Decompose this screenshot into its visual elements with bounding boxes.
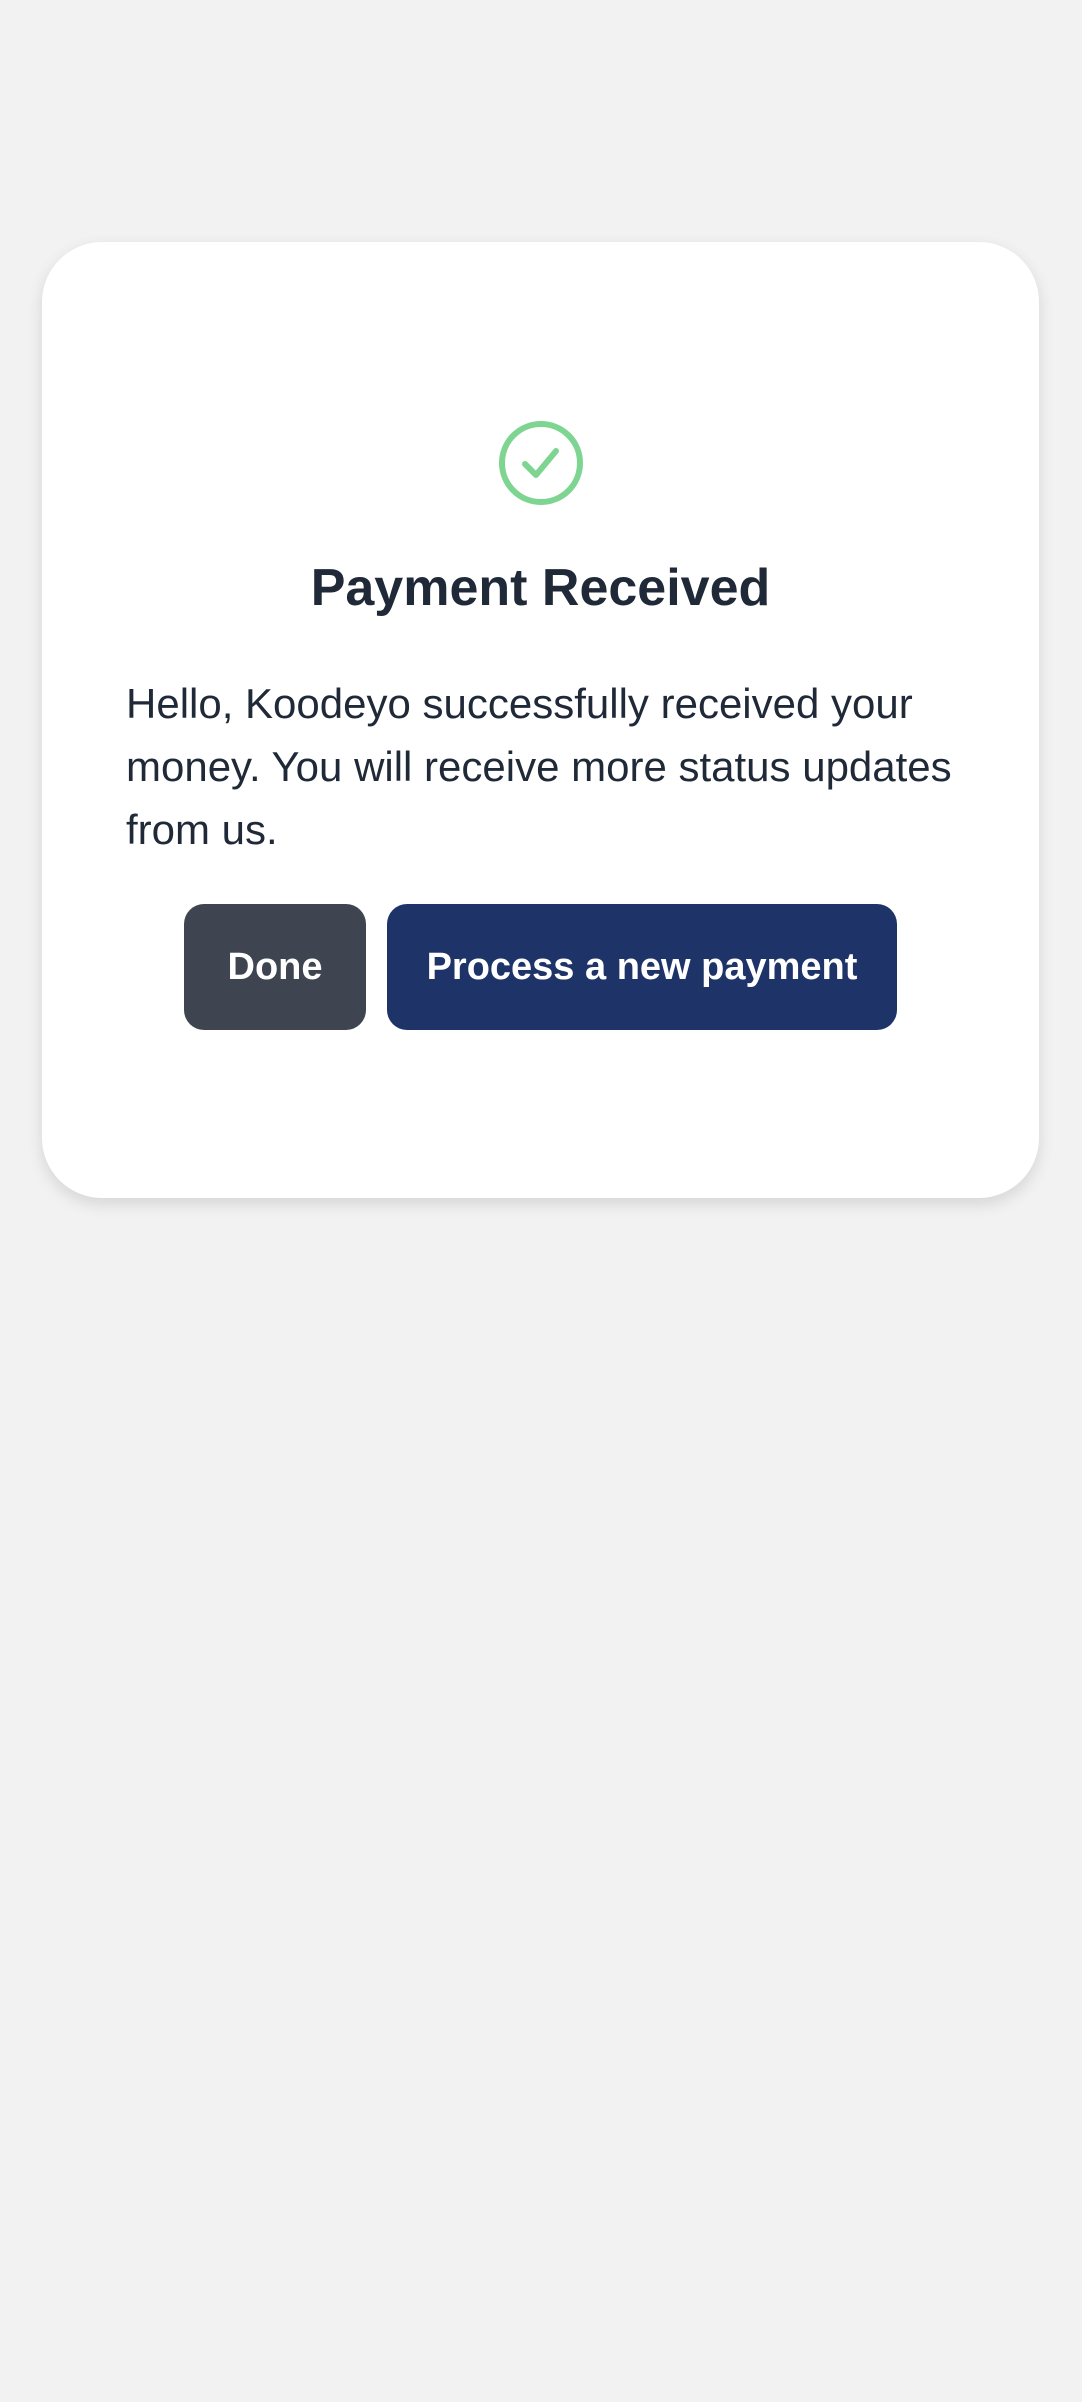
confirmation-message: Hello, Koodeyo successfully received you… [126,680,952,853]
page-title: Payment Received [310,559,771,617]
done-button[interactable]: Done [184,904,366,1030]
action-buttons: Done Process a new payment [42,904,1039,1030]
check-circle-icon [498,420,584,506]
payment-confirmation-card: Payment Received Hello, Koodeyo successf… [42,242,1039,1198]
process-new-payment-button[interactable]: Process a new payment [387,904,897,1030]
